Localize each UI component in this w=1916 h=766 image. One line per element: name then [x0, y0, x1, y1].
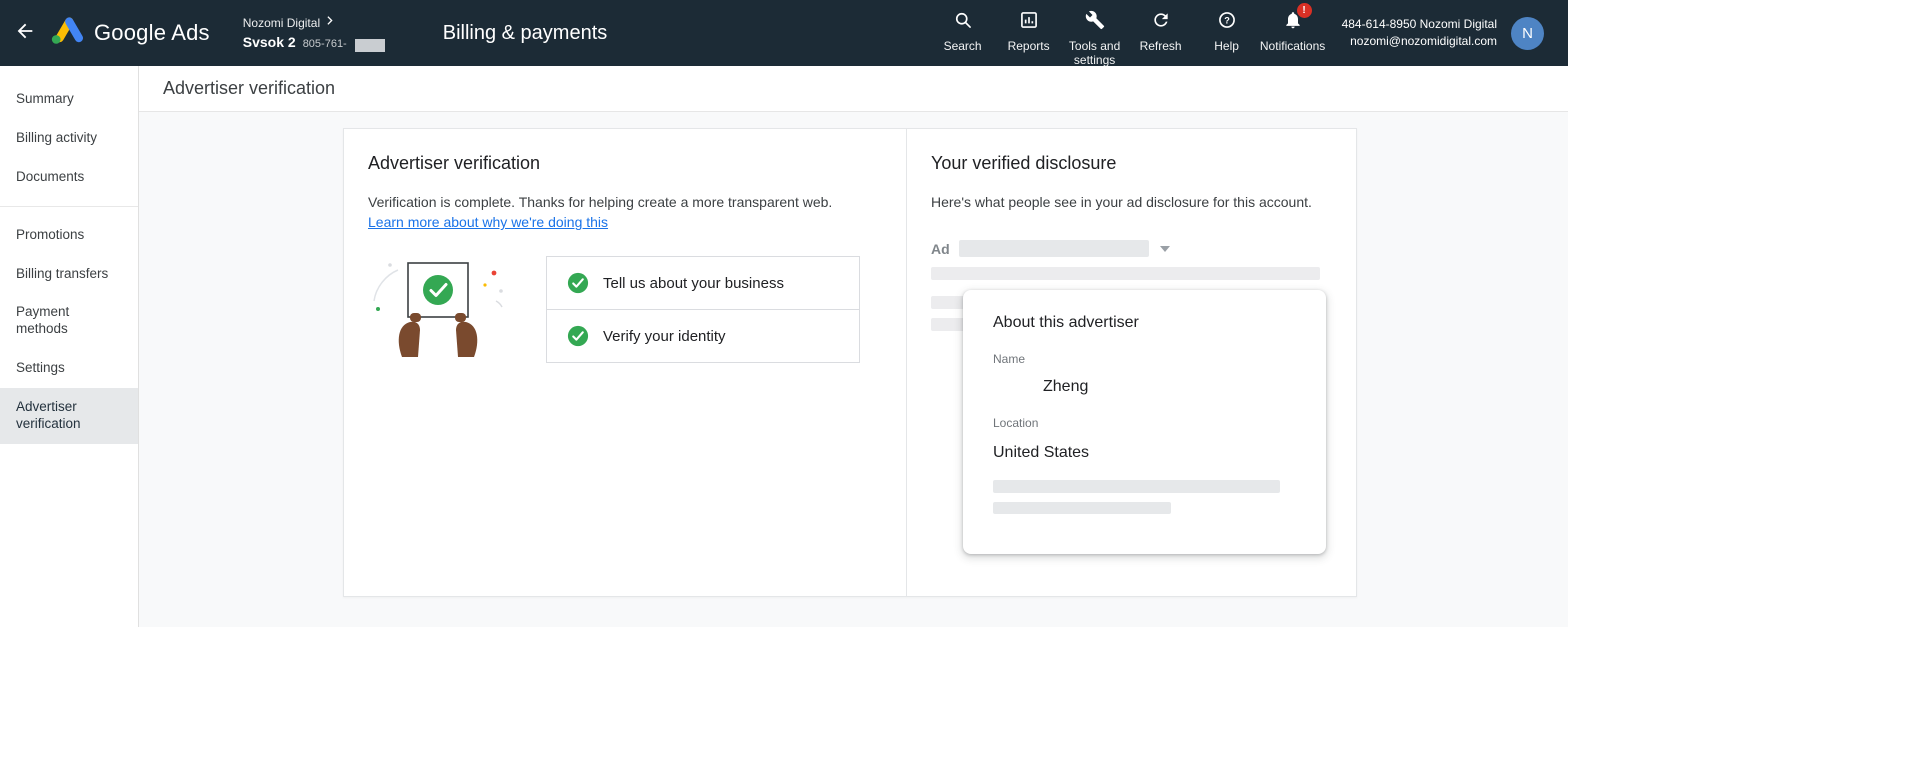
redacted-id-box: [354, 38, 385, 52]
reports-icon: [1019, 10, 1039, 35]
search-icon: [953, 10, 973, 35]
verification-status-row: Tell us about your business Verify your …: [368, 256, 882, 364]
help-icon: ?: [1217, 10, 1237, 35]
nav-label: Reports: [1007, 39, 1050, 53]
verification-card: Advertiser verification Verification is …: [343, 128, 1357, 597]
tools-and-settings-button[interactable]: Tools and settings: [1062, 10, 1128, 68]
checklist-item-business: Tell us about your business: [547, 257, 859, 309]
sidebar-divider: [0, 205, 138, 207]
svg-text:?: ?: [1224, 15, 1230, 25]
about-card-placeholder: [993, 480, 1280, 493]
advertiser-location: United States: [993, 444, 1090, 461]
ad-badge: Ad: [931, 240, 950, 257]
sidebar-item-promotions[interactable]: Promotions: [0, 216, 138, 255]
sidebar-item-summary[interactable]: Summary: [0, 80, 138, 119]
account-email: nozomi@nozomidigital.com: [1350, 34, 1497, 48]
back-button[interactable]: [0, 0, 50, 66]
page-title: Advertiser verification: [139, 66, 1568, 112]
nav-label: Tools and settings: [1068, 39, 1121, 67]
product-name: Google Ads: [94, 20, 210, 45]
about-card-title: About this advertiser: [993, 314, 1139, 331]
back-arrow-icon: [14, 20, 36, 47]
chevron-down-icon: [1159, 245, 1170, 252]
disclosure-message: Here's what people see in your ad disclo…: [931, 194, 1312, 210]
chevron-right-icon: [323, 14, 336, 31]
verification-illustration: [368, 257, 508, 362]
account-info: 484-614-8950 Nozomi Digital nozomi@nozom…: [1342, 16, 1497, 50]
verification-heading: Advertiser verification: [368, 153, 541, 173]
advertiser-name: Zheng: [1043, 378, 1089, 395]
sidebar: Summary Billing activity Documents Promo…: [0, 66, 139, 627]
nav-label: Search: [943, 39, 982, 53]
avatar[interactable]: N: [1511, 16, 1544, 50]
subaccount-id: 805-761-: [302, 37, 347, 50]
sidebar-item-documents[interactable]: Documents: [0, 158, 138, 197]
account-switcher[interactable]: Nozomi Digital Svsok 2 805-761-: [242, 14, 385, 52]
location-field-label: Location: [993, 416, 1039, 430]
checklist-item-identity: Verify your identity: [547, 309, 859, 362]
sidebar-item-payment-methods[interactable]: Payment methods: [0, 293, 138, 349]
top-bar: Google Ads Nozomi Digital Svsok 2 805-76…: [0, 0, 1568, 68]
verification-panel: Advertiser verification Verification is …: [344, 129, 906, 596]
google-ads-logo-icon: [50, 16, 83, 50]
learn-more-link[interactable]: Learn more about why we're doing this: [368, 214, 608, 230]
refresh-icon: [1151, 10, 1171, 35]
main-content: Advertiser verification Advertiser verif…: [139, 66, 1568, 627]
nav-label: Help: [1214, 39, 1239, 53]
content-area: Advertiser verification Verification is …: [139, 112, 1568, 627]
ad-text-placeholder: [931, 267, 1320, 281]
subaccount-name: Svsok 2: [242, 33, 296, 50]
sidebar-item-settings[interactable]: Settings: [0, 349, 138, 388]
disclosure-heading: Your verified disclosure: [931, 153, 1117, 173]
reports-button[interactable]: Reports: [996, 10, 1062, 54]
bell-icon: !: [1283, 3, 1312, 35]
disclosure-panel: Your verified disclosure Here's what peo…: [906, 129, 1356, 596]
section-title: Billing & payments: [442, 21, 608, 44]
verification-message: Verification is complete. Thanks for hel…: [368, 194, 833, 210]
main-row: Summary Billing activity Documents Promo…: [0, 66, 1568, 627]
ad-name-placeholder: [958, 240, 1149, 258]
verification-checklist: Tell us about your business Verify your …: [546, 256, 860, 364]
nav-label: Notifications: [1259, 39, 1326, 53]
account-name: Nozomi Digital: [242, 15, 321, 30]
account-id-line: 484-614-8950 Nozomi Digital: [1341, 17, 1497, 32]
about-card-placeholder: [993, 502, 1171, 514]
ad-header-row: Ad: [931, 240, 1332, 258]
about-advertiser-card: About this advertiser Name Zheng Locatio…: [963, 290, 1326, 554]
sidebar-item-billing-transfers[interactable]: Billing transfers: [0, 255, 138, 294]
sidebar-item-advertiser-verification[interactable]: Advertiser verification: [0, 388, 138, 444]
name-field-label: Name: [993, 352, 1026, 366]
checklist-item-label: Tell us about your business: [603, 274, 784, 292]
wrench-icon: [1085, 10, 1105, 35]
notification-badge: !: [1296, 3, 1312, 18]
help-button[interactable]: ? Help: [1194, 10, 1260, 54]
sidebar-item-billing-activity[interactable]: Billing activity: [0, 119, 138, 158]
search-button[interactable]: Search: [930, 10, 996, 54]
nav-label: Refresh: [1139, 39, 1182, 53]
google-ads-app: Google Ads Nozomi Digital Svsok 2 805-76…: [0, 0, 1568, 627]
refresh-button[interactable]: Refresh: [1128, 10, 1194, 54]
check-circle-icon: [567, 272, 589, 294]
top-nav: Search Reports Tools and settings Refres…: [930, 0, 1326, 68]
google-ads-logo[interactable]: Google Ads: [50, 16, 210, 50]
notifications-button[interactable]: ! Notifications: [1259, 3, 1326, 54]
check-circle-icon: [567, 325, 589, 347]
checklist-item-label: Verify your identity: [603, 327, 726, 345]
